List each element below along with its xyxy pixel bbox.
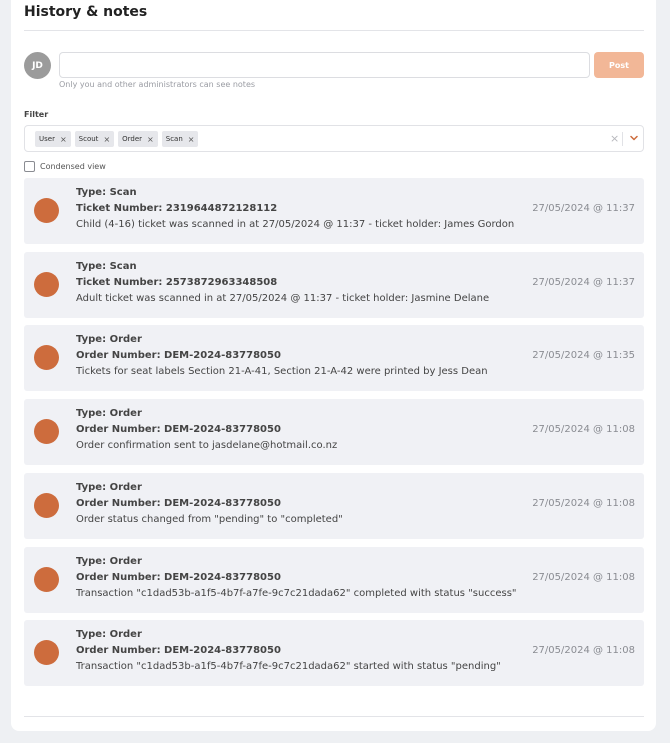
entry-timestamp: 27/05/2024 @ 11:08 bbox=[532, 572, 635, 583]
condensed-view-toggle[interactable]: Condensed view bbox=[24, 161, 106, 172]
filter-label: Filter bbox=[24, 110, 49, 119]
entry-reference-number: Order Number: DEM-2024-83778050 bbox=[76, 350, 281, 361]
condensed-view-checkbox[interactable] bbox=[24, 161, 35, 172]
entry-avatar bbox=[34, 640, 59, 665]
entry-timestamp: 27/05/2024 @ 11:37 bbox=[532, 203, 635, 214]
entry-type: Type: Order bbox=[76, 629, 142, 640]
remove-chip-icon[interactable]: × bbox=[103, 135, 110, 144]
condensed-view-label: Condensed view bbox=[40, 162, 106, 171]
remove-chip-icon[interactable]: × bbox=[188, 135, 195, 144]
filter-separator bbox=[622, 132, 623, 146]
history-notes-card: History & notes JD Post Only you and oth… bbox=[11, 0, 656, 731]
entry-reference-number: Order Number: DEM-2024-83778050 bbox=[76, 498, 281, 509]
entry-type: Type: Order bbox=[76, 408, 142, 419]
entry-message: Transaction "c1dad53b-a1f5-4b7f-a7fe-9c7… bbox=[76, 588, 517, 599]
note-input[interactable] bbox=[59, 52, 590, 78]
entry-avatar bbox=[34, 198, 59, 223]
entry-type: Type: Order bbox=[76, 334, 142, 345]
entry-message: Transaction "c1dad53b-a1f5-4b7f-a7fe-9c7… bbox=[76, 661, 501, 672]
history-entry: Type: Scan Ticket Number: 23196448721281… bbox=[24, 178, 644, 244]
entry-message: Tickets for seat labels Section 21-A-41,… bbox=[76, 366, 488, 377]
entry-type: Type: Order bbox=[76, 556, 142, 567]
history-entry: Type: Scan Ticket Number: 25738729633485… bbox=[24, 252, 644, 318]
filter-chip-scout: Scout × bbox=[74, 131, 115, 147]
header-divider bbox=[24, 30, 644, 31]
filter-select[interactable]: User × Scout × Order × Scan × × bbox=[24, 125, 644, 152]
entry-timestamp: 27/05/2024 @ 11:08 bbox=[532, 498, 635, 509]
history-entry: Type: Order Order Number: DEM-2024-83778… bbox=[24, 620, 644, 686]
entry-timestamp: 27/05/2024 @ 11:37 bbox=[532, 277, 635, 288]
entry-timestamp: 27/05/2024 @ 11:08 bbox=[532, 424, 635, 435]
notes-visibility-hint: Only you and other administrators can se… bbox=[59, 80, 256, 89]
footer-divider bbox=[24, 716, 644, 717]
filter-chip-scan: Scan × bbox=[161, 131, 199, 147]
entry-message: Child (4-16) ticket was scanned in at 27… bbox=[76, 219, 515, 230]
entry-message: Adult ticket was scanned in at 27/05/202… bbox=[76, 293, 490, 304]
filter-chip-label: Scan bbox=[165, 135, 183, 143]
filter-chips: User × Scout × Order × Scan × bbox=[35, 131, 199, 147]
entry-reference-number: Order Number: DEM-2024-83778050 bbox=[76, 645, 281, 656]
filter-chip-label: Order bbox=[122, 135, 143, 143]
entry-reference-number: Order Number: DEM-2024-83778050 bbox=[76, 572, 281, 583]
entry-avatar bbox=[34, 345, 59, 370]
filter-chip-label: User bbox=[39, 135, 55, 143]
history-entry: Type: Order Order Number: DEM-2024-83778… bbox=[24, 473, 644, 539]
entry-avatar bbox=[34, 567, 59, 592]
entry-avatar bbox=[34, 493, 59, 518]
history-entry: Type: Order Order Number: DEM-2024-83778… bbox=[24, 399, 644, 465]
remove-chip-icon[interactable]: × bbox=[60, 135, 67, 144]
remove-chip-icon[interactable]: × bbox=[147, 135, 154, 144]
filter-chip-user: User × bbox=[35, 131, 71, 147]
entry-reference-number: Order Number: DEM-2024-83778050 bbox=[76, 424, 281, 435]
chevron-down-icon[interactable] bbox=[628, 131, 640, 145]
entry-message: Order confirmation sent to jasdelane@hot… bbox=[76, 440, 338, 451]
entry-timestamp: 27/05/2024 @ 11:35 bbox=[532, 350, 635, 361]
entry-avatar bbox=[34, 272, 59, 297]
entry-avatar bbox=[34, 419, 59, 444]
clear-filter-icon[interactable]: × bbox=[610, 132, 619, 145]
filter-chip-order: Order × bbox=[118, 131, 158, 147]
page-title: History & notes bbox=[24, 4, 148, 20]
entry-type: Type: Scan bbox=[76, 261, 137, 272]
post-button[interactable]: Post bbox=[594, 52, 644, 78]
entry-message: Order status changed from "pending" to "… bbox=[76, 514, 343, 525]
entry-type: Type: Order bbox=[76, 482, 142, 493]
entry-type: Type: Scan bbox=[76, 187, 137, 198]
filter-chip-label: Scout bbox=[78, 135, 99, 143]
entry-reference-number: Ticket Number: 2573872963348508 bbox=[76, 277, 278, 288]
entry-timestamp: 27/05/2024 @ 11:08 bbox=[532, 645, 635, 656]
entry-reference-number: Ticket Number: 2319644872128112 bbox=[76, 203, 278, 214]
avatar: JD bbox=[24, 52, 51, 79]
history-entry: Type: Order Order Number: DEM-2024-83778… bbox=[24, 547, 644, 613]
history-entry: Type: Order Order Number: DEM-2024-83778… bbox=[24, 325, 644, 391]
